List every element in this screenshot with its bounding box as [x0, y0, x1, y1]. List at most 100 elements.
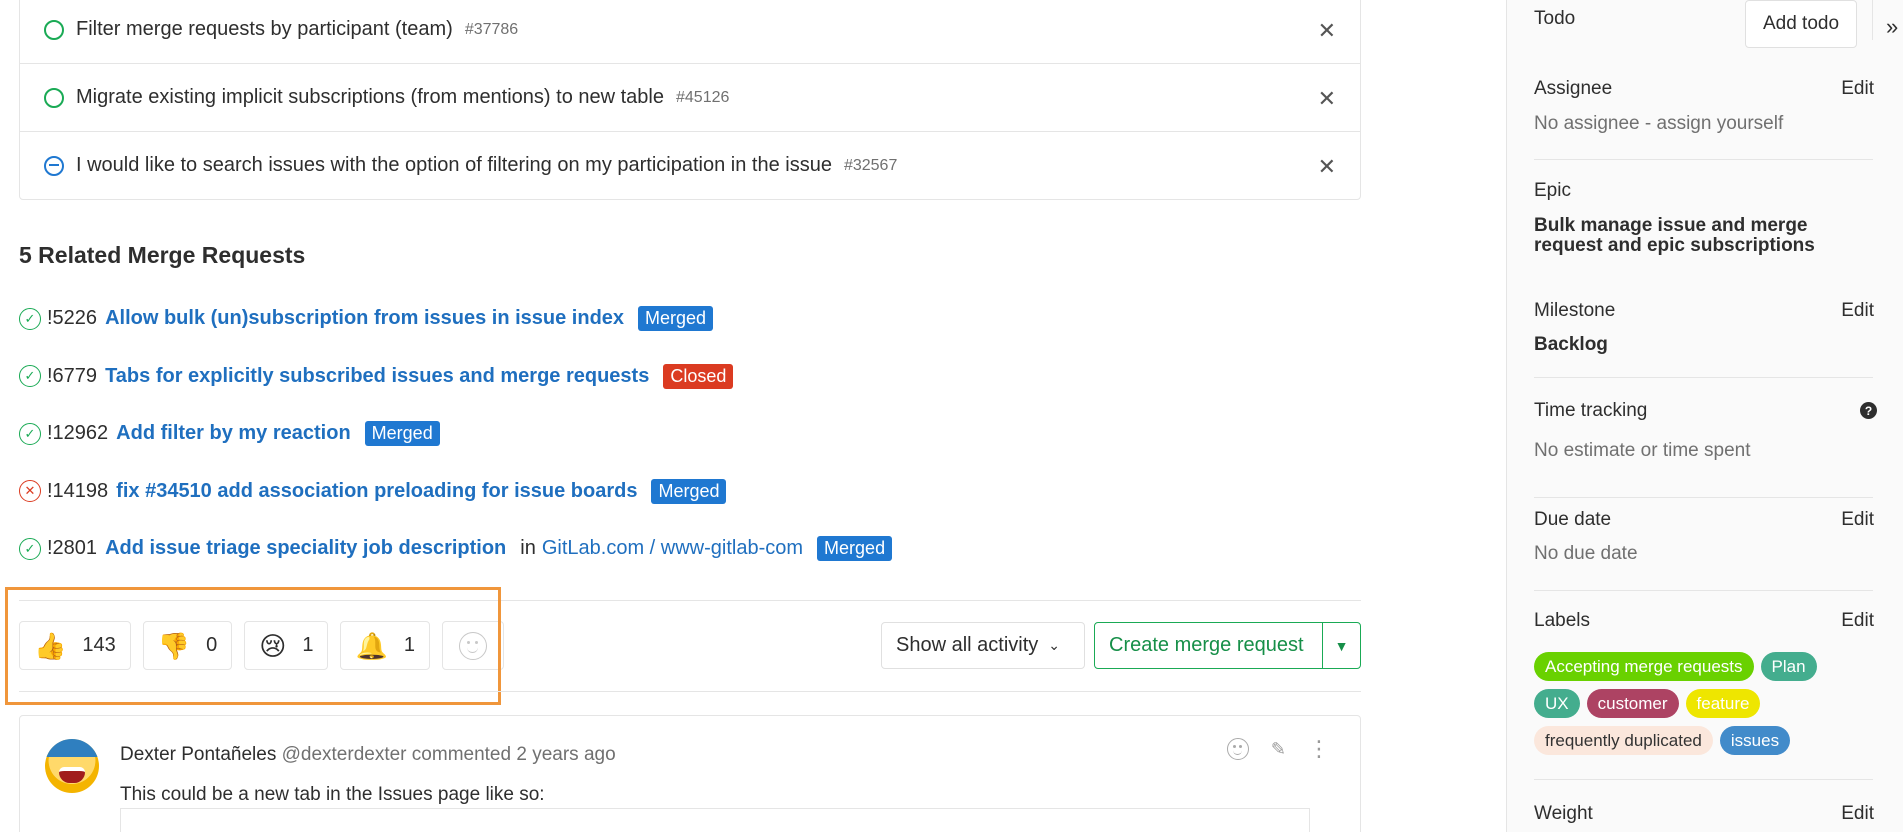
- create-merge-request-split-button: Create merge request ▼: [1094, 622, 1361, 669]
- pipeline-success-icon[interactable]: ✓: [19, 365, 41, 388]
- labels-list: Accepting merge requests Plan UX custome…: [1534, 652, 1864, 755]
- related-issue-title[interactable]: Filter merge requests by participant (te…: [76, 18, 453, 41]
- todo-title: Todo: [1534, 8, 1576, 29]
- due-date-edit-link[interactable]: Edit: [1841, 509, 1874, 531]
- help-question-icon[interactable]: ?: [1860, 402, 1877, 419]
- merge-request-state-badge: Merged: [364, 421, 440, 447]
- merge-request-ref: !12962: [47, 422, 109, 445]
- merge-request-ref: !5226: [47, 307, 98, 330]
- related-issue-title[interactable]: Migrate existing implicit subscriptions …: [76, 86, 664, 109]
- remove-related-issue-close-icon[interactable]: ✕: [1318, 18, 1336, 44]
- merge-request-item: ✓ !5226 Allow bulk (un)subscription from…: [19, 290, 892, 348]
- merge-request-project-link[interactable]: GitLab.com / www-gitlab-com: [542, 537, 803, 560]
- time-tracking-title: Time tracking: [1534, 400, 1648, 421]
- note-actions: ✎ ⋮: [1226, 738, 1330, 760]
- remove-related-issue-close-icon[interactable]: ✕: [1318, 86, 1336, 112]
- sidebar-time-tracking: Time tracking ? No estimate or time spen…: [1534, 400, 1877, 498]
- merge-request-link[interactable]: Tabs for explicitly subscribed issues an…: [105, 365, 649, 388]
- note-timestamp[interactable]: 2 years ago: [516, 744, 615, 765]
- issue-sidebar: Todo Add todo » Assignee Edit No assigne…: [1506, 0, 1903, 832]
- related-issue-ref: #37786: [464, 20, 519, 38]
- note-action: commented: [411, 744, 512, 765]
- milestone-edit-link[interactable]: Edit: [1841, 300, 1874, 322]
- label-pill[interactable]: UX: [1534, 689, 1580, 718]
- merge-request-ref: !6779: [47, 364, 98, 387]
- comment-note: Dexter Pontañeles @dexterdexter commente…: [19, 715, 1361, 832]
- milestone-value[interactable]: Backlog: [1534, 334, 1873, 356]
- assignee-edit-link[interactable]: Edit: [1841, 78, 1874, 100]
- merge-request-link[interactable]: Add issue triage speciality job descript…: [105, 537, 506, 560]
- pipeline-failed-icon[interactable]: ✕: [19, 480, 41, 503]
- sidebar-assignee: Assignee Edit No assignee - assign yours…: [1534, 78, 1874, 160]
- epic-title: Epic: [1534, 180, 1571, 201]
- pipeline-success-icon[interactable]: ✓: [19, 422, 41, 445]
- sidebar-todo: Todo Add todo »: [1534, 0, 1898, 48]
- label-pill[interactable]: Plan: [1760, 652, 1817, 681]
- related-merge-requests-list: ✓ !5226 Allow bulk (un)subscription from…: [19, 290, 893, 578]
- merge-request-state-badge: Merged: [817, 536, 893, 562]
- merge-request-item: ✕ !14198 fix #34510 add association prel…: [19, 463, 892, 521]
- merge-request-item: ✓ !6779 Tabs for explicitly subscribed i…: [19, 348, 892, 406]
- assignee-value[interactable]: No assignee - assign yourself: [1534, 113, 1873, 135]
- issue-open-icon: [44, 19, 64, 40]
- issue-main-content: Filter merge requests by participant (te…: [0, 0, 1380, 832]
- activity-filter-label: Show all activity: [896, 634, 1039, 656]
- related-merge-requests-heading: 5 Related Merge Requests: [19, 242, 306, 268]
- label-pill[interactable]: Accepting merge requests: [1534, 652, 1754, 681]
- issue-open-icon: [44, 87, 64, 108]
- label-pill[interactable]: frequently duplicated: [1534, 726, 1713, 755]
- milestone-title: Milestone: [1534, 300, 1616, 321]
- activity-filter-dropdown[interactable]: Show all activity ⌄: [881, 622, 1085, 669]
- merge-request-state-badge: Closed: [663, 363, 734, 389]
- assignee-title: Assignee: [1534, 78, 1613, 99]
- more-actions-kebab-icon[interactable]: ⋮: [1308, 738, 1330, 760]
- pipeline-success-icon[interactable]: ✓: [19, 537, 41, 560]
- merge-request-link[interactable]: Allow bulk (un)subscription from issues …: [105, 307, 624, 330]
- epic-link[interactable]: Bulk manage issue and merge request and …: [1534, 216, 1854, 256]
- time-tracking-value: No estimate or time spent: [1534, 440, 1751, 461]
- labels-title: Labels: [1534, 610, 1590, 631]
- note-embedded-image: [120, 808, 1310, 832]
- related-issue-ref: #32567: [843, 156, 898, 174]
- edit-pencil-icon[interactable]: ✎: [1271, 739, 1286, 760]
- labels-edit-link[interactable]: Edit: [1841, 610, 1874, 632]
- related-issue-item[interactable]: Migrate existing implicit subscriptions …: [20, 63, 1360, 131]
- add-reaction-smiley-icon[interactable]: [1226, 738, 1249, 760]
- merge-request-link[interactable]: Add filter by my reaction: [116, 422, 351, 445]
- note-body: This could be a new tab in the Issues pa…: [120, 784, 545, 805]
- merge-request-state-badge: Merged: [638, 306, 714, 332]
- due-date-value: No due date: [1534, 543, 1638, 564]
- weight-edit-link[interactable]: Edit: [1841, 803, 1874, 825]
- create-merge-request-button[interactable]: Create merge request: [1095, 623, 1322, 668]
- related-issue-item[interactable]: I would like to search issues with the o…: [20, 131, 1360, 199]
- add-todo-button[interactable]: Add todo: [1745, 0, 1857, 48]
- merge-request-in-text: in: [520, 537, 536, 560]
- related-issue-item[interactable]: Filter merge requests by participant (te…: [20, 0, 1360, 63]
- note-author-name[interactable]: Dexter Pontañeles: [120, 744, 276, 765]
- create-merge-request-dropdown-caret-icon[interactable]: ▼: [1322, 623, 1360, 668]
- sidebar-weight: Weight Edit: [1534, 803, 1874, 832]
- remove-related-issue-close-icon[interactable]: ✕: [1318, 154, 1336, 180]
- pipeline-success-icon[interactable]: ✓: [19, 307, 41, 330]
- merge-request-ref: !14198: [47, 479, 109, 502]
- note-author-username[interactable]: @dexterdexter: [282, 744, 407, 765]
- divider: [19, 691, 1361, 692]
- merge-request-ref: !2801: [47, 537, 98, 560]
- sidebar-labels: Labels Edit Accepting merge requests Pla…: [1534, 610, 1874, 780]
- related-issue-title[interactable]: I would like to search issues with the o…: [76, 154, 832, 177]
- merge-request-link[interactable]: fix #34510 add association preloading fo…: [116, 480, 637, 503]
- label-pill[interactable]: feature: [1685, 689, 1761, 718]
- label-pill[interactable]: issues: [1719, 726, 1791, 755]
- weight-title: Weight: [1534, 803, 1593, 824]
- issue-blocked-icon: [44, 155, 64, 176]
- sidebar-milestone: Milestone Edit Backlog: [1534, 300, 1874, 378]
- label-pill[interactable]: customer: [1586, 689, 1679, 718]
- avatar[interactable]: [45, 739, 99, 793]
- collapse-sidebar-icon[interactable]: »: [1886, 14, 1898, 40]
- divider: [1872, 0, 1873, 40]
- merge-request-item: ✓ !12962 Add filter by my reaction Merge…: [19, 405, 892, 463]
- chevron-down-icon: ⌄: [1048, 637, 1061, 653]
- merge-request-item: ✓ !2801 Add issue triage speciality job …: [19, 520, 893, 578]
- award-bar-highlight: [5, 587, 501, 705]
- sidebar-due-date: Due date Edit No due date: [1534, 509, 1874, 591]
